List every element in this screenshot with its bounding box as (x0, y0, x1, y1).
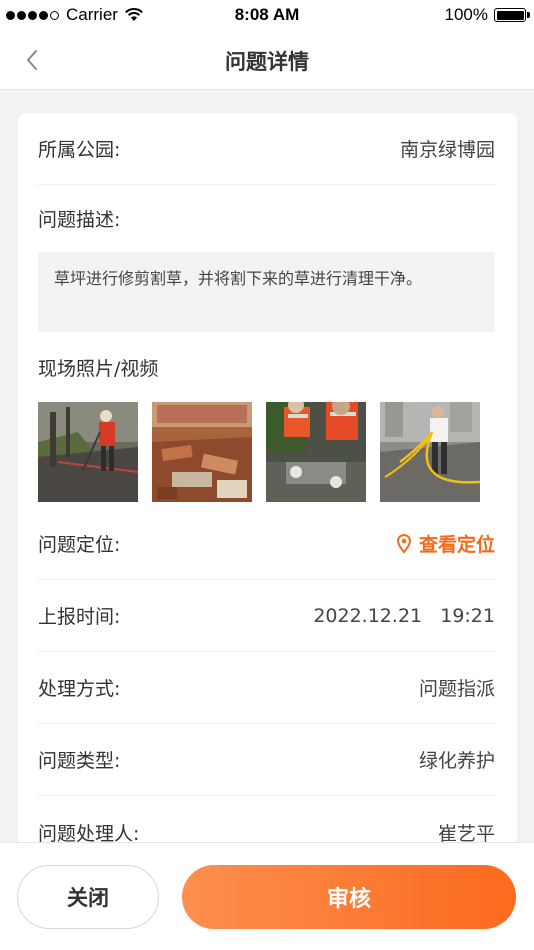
bottom-action-bar: 关闭 审核 (0, 842, 534, 950)
status-right: 100% (444, 5, 530, 25)
handling-row: 处理方式: 问题指派 (38, 652, 495, 724)
issue-detail-card: 所属公园: 南京绿博园 问题描述: 草坪进行修剪割草，并将割下来的草进行清理干净… (18, 113, 517, 873)
site-photo-3[interactable] (266, 402, 366, 502)
site-photo-2[interactable] (152, 402, 252, 502)
location-label: 问题定位: (38, 534, 121, 556)
report-time-row: 上报时间: 2022.12.21 19:21 (38, 580, 495, 652)
photo-list (38, 402, 494, 502)
description-label: 问题描述: (38, 209, 121, 231)
description-text: 草坪进行修剪割草，并将割下来的草进行清理干净。 (38, 252, 495, 332)
site-photo-4[interactable] (380, 402, 480, 502)
review-button[interactable]: 审核 (182, 865, 516, 929)
park-row: 所属公园: 南京绿博园 (38, 113, 495, 185)
report-time-label: 上报时间: (38, 606, 121, 628)
location-pin-icon (396, 534, 411, 553)
chevron-left-icon (27, 50, 37, 70)
handling-value: 问题指派 (418, 678, 495, 700)
site-photo-1[interactable] (38, 402, 138, 502)
view-location-link[interactable]: 查看定位 (396, 530, 495, 557)
battery-percentage: 100% (444, 5, 488, 24)
type-row: 问题类型: 绿化养护 (38, 724, 495, 796)
view-location-label: 查看定位 (418, 534, 495, 556)
close-button[interactable]: 关闭 (17, 865, 159, 929)
park-label: 所属公园: (38, 139, 121, 161)
status-bar: Carrier 8:08 AM 100% (0, 0, 534, 30)
park-value: 南京绿博园 (399, 139, 495, 161)
navigation-bar: 问题详情 (0, 30, 534, 90)
page-title: 问题详情 (225, 50, 309, 74)
media-label: 现场照片/视频 (38, 358, 159, 380)
battery-icon (494, 8, 530, 22)
location-row: 问题定位: 查看定位 (38, 508, 495, 580)
type-value: 绿化养护 (418, 750, 495, 772)
report-time-value: 2022.12.21 19:21 (313, 604, 495, 627)
type-label: 问题类型: (38, 750, 121, 772)
handling-label: 处理方式: (38, 678, 121, 700)
back-button[interactable] (14, 44, 50, 76)
